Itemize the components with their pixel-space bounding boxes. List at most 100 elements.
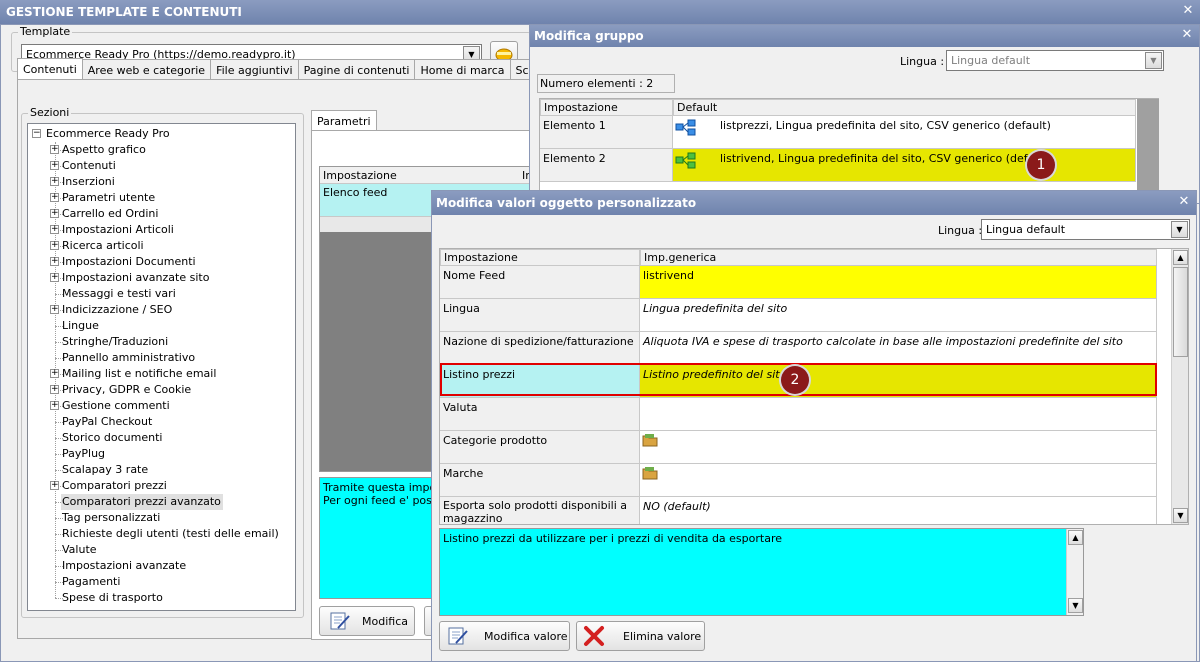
group-window: Modifica gruppo ✕ Lingua : Lingua defaul… (529, 24, 1200, 206)
tab-home-marca[interactable]: Home di marca (414, 59, 511, 81)
group-row-1-name[interactable]: Elemento 1 (540, 116, 673, 149)
scroll-up-icon[interactable]: ▲ (1173, 250, 1188, 265)
tab-parametri[interactable]: Parametri (311, 110, 377, 131)
custom-values-window: Modifica valori oggetto personalizzato ✕… (431, 190, 1197, 662)
group-window-close-icon[interactable]: ✕ (1179, 27, 1195, 43)
custom-row-lingua-name[interactable]: Lingua (440, 299, 640, 332)
custom-header-generica: Imp.generica (640, 249, 1157, 266)
tree-item[interactable]: PayPlug (61, 446, 107, 462)
custom-row-nazione-value[interactable]: Aliquota IVA e spese di trasporto calcol… (640, 332, 1157, 365)
custom-row-nome-feed-name[interactable]: Nome Feed (440, 266, 640, 299)
group-row-2-name[interactable]: Elemento 2 (540, 149, 673, 182)
tree-item[interactable]: Gestione commenti (61, 398, 172, 414)
tree-item-label: Privacy, GDPR e Cookie (62, 383, 192, 396)
expand-icon[interactable]: + (50, 385, 59, 394)
tree-item[interactable]: Tag personalizzati (61, 510, 162, 526)
custom-row-lingua-value[interactable]: Lingua predefinita del sito (640, 299, 1157, 332)
tree-item[interactable]: Impostazioni avanzate (61, 558, 188, 574)
tree-item[interactable]: PayPal Checkout (61, 414, 154, 430)
tree-item[interactable]: Richieste degli utenti (testi delle emai… (61, 526, 281, 542)
tree-item[interactable]: Pannello amministrativo (61, 350, 197, 366)
group-row-1-value[interactable]: listprezzi, Lingua predefinita del sito,… (673, 116, 1136, 149)
expand-icon[interactable]: + (50, 177, 59, 186)
expand-icon[interactable]: + (50, 145, 59, 154)
delete-value-button[interactable]: Elimina valore (576, 621, 705, 651)
tree-item[interactable]: Impostazioni Documenti (61, 254, 198, 270)
custom-row-categorie-value[interactable] (640, 431, 1157, 464)
group-header-impostazione: Impostazione (540, 99, 673, 116)
tree-item-label: Indicizzazione / SEO (62, 303, 173, 316)
tree-item[interactable]: Indicizzazione / SEO (61, 302, 174, 318)
scroll-down-icon[interactable]: ▼ (1173, 508, 1188, 523)
tree-item[interactable]: Parametri utente (61, 190, 157, 206)
chevron-down-icon[interactable]: ▼ (1171, 221, 1188, 238)
expand-icon[interactable]: + (50, 161, 59, 170)
tree-item[interactable]: Ricerca articoli (61, 238, 146, 254)
custom-window-close-icon[interactable]: ✕ (1176, 194, 1192, 210)
tree-item[interactable]: Spese di trasporto (61, 590, 165, 606)
expand-icon[interactable]: + (50, 273, 59, 282)
expand-icon[interactable]: + (50, 193, 59, 202)
custom-row-categorie-name[interactable]: Categorie prodotto (440, 431, 640, 464)
group-lang-select[interactable]: Lingua default ▼ (946, 50, 1164, 71)
expand-icon[interactable]: + (50, 241, 59, 250)
custom-row-nome-feed-value[interactable]: listrivend (640, 266, 1157, 299)
sections-tree[interactable]: − Ecommerce Ready Pro Aspetto grafico + Cont… (27, 123, 296, 611)
tree-item[interactable]: Inserzioni (61, 174, 117, 190)
scroll-thumb[interactable] (1173, 267, 1188, 357)
chevron-down-icon[interactable]: ▼ (1145, 52, 1162, 69)
tree-item[interactable]: Privacy, GDPR e Cookie (61, 382, 193, 398)
tree-item[interactable]: Comparatori prezzi (61, 478, 169, 494)
custom-row-nazione-name[interactable]: Nazione di spedizione/fatturazione (440, 332, 640, 365)
tree-item[interactable]: Impostazioni Articoli (61, 222, 176, 238)
tree-item[interactable]: Lingue (61, 318, 101, 334)
tab-aree-web[interactable]: Aree web e categorie (81, 59, 212, 81)
scroll-down-icon[interactable]: ▼ (1068, 598, 1083, 613)
tree-item[interactable]: Contenuti (61, 158, 118, 174)
expand-icon[interactable]: + (50, 257, 59, 266)
description-scrollbar[interactable]: ▲ ▼ (1066, 529, 1083, 615)
collapse-icon[interactable]: − (32, 129, 41, 138)
custom-row-marche-value[interactable] (640, 464, 1157, 497)
custom-row-esporta-name[interactable]: Esporta solo prodotti disponibili a maga… (440, 497, 640, 524)
delete-x-icon (584, 626, 604, 646)
tree-item[interactable]: Comparatori prezzi avanzato (61, 494, 223, 510)
modifica-button[interactable]: Modifica (319, 606, 415, 636)
custom-window-titlebar: Modifica valori oggetto personalizzato ✕ (432, 191, 1196, 215)
tree-item-label: PayPlug (62, 447, 106, 460)
custom-row-esporta-value[interactable]: NO (default) (640, 497, 1157, 524)
tree-item[interactable]: Mailing list e notifiche email (61, 366, 218, 382)
tree-item-label: Messaggi e testi vari (62, 287, 176, 300)
tree-item-label: PayPal Checkout (62, 415, 153, 428)
group-row-2-value[interactable]: listrivend, Lingua predefinita del sito,… (673, 149, 1136, 182)
main-window-close-icon[interactable]: ✕ (1180, 3, 1196, 19)
expand-icon[interactable]: + (50, 209, 59, 218)
custom-row-marche-name[interactable]: Marche (440, 464, 640, 497)
custom-grid-scrollbar[interactable]: ▲ ▼ (1171, 249, 1188, 524)
custom-lang-select[interactable]: Lingua default ▼ (981, 219, 1190, 240)
tree-item[interactable]: Impostazioni avanzate sito (61, 270, 211, 286)
custom-row-valuta-value[interactable] (640, 398, 1157, 431)
custom-row-esporta-line1: Esporta solo prodotti disponibili a (443, 499, 627, 512)
tree-item[interactable]: Storico documenti (61, 430, 164, 446)
tree-item[interactable]: Messaggi e testi vari (61, 286, 178, 302)
tree-item[interactable]: Aspetto grafico (61, 142, 148, 158)
expand-icon[interactable]: + (50, 369, 59, 378)
tree-item[interactable]: Scalapay 3 rate (61, 462, 150, 478)
edit-value-button[interactable]: Modifica valore (439, 621, 570, 651)
custom-description: Listino prezzi da utilizzare per i prezz… (439, 528, 1084, 616)
tab-pagine-contenuti[interactable]: Pagine di contenuti (297, 59, 416, 81)
tree-item-label: Richieste degli utenti (testi delle emai… (62, 527, 279, 540)
scroll-up-icon[interactable]: ▲ (1068, 530, 1083, 545)
tree-item[interactable]: Pagamenti (61, 574, 122, 590)
tree-item[interactable]: Stringhe/Traduzioni (61, 334, 170, 350)
expand-icon[interactable]: + (50, 401, 59, 410)
expand-icon[interactable]: + (50, 305, 59, 314)
expand-icon[interactable]: + (50, 225, 59, 234)
custom-row-valuta-name[interactable]: Valuta (440, 398, 640, 431)
expand-icon[interactable]: + (50, 481, 59, 490)
group-row-2-text: listrivend, Lingua predefinita del sito,… (720, 152, 1054, 165)
tree-item[interactable]: Carrello ed Ordini (61, 206, 160, 222)
tree-item[interactable]: Valute (61, 542, 99, 558)
tab-file-aggiuntivi[interactable]: File aggiuntivi (210, 59, 299, 81)
